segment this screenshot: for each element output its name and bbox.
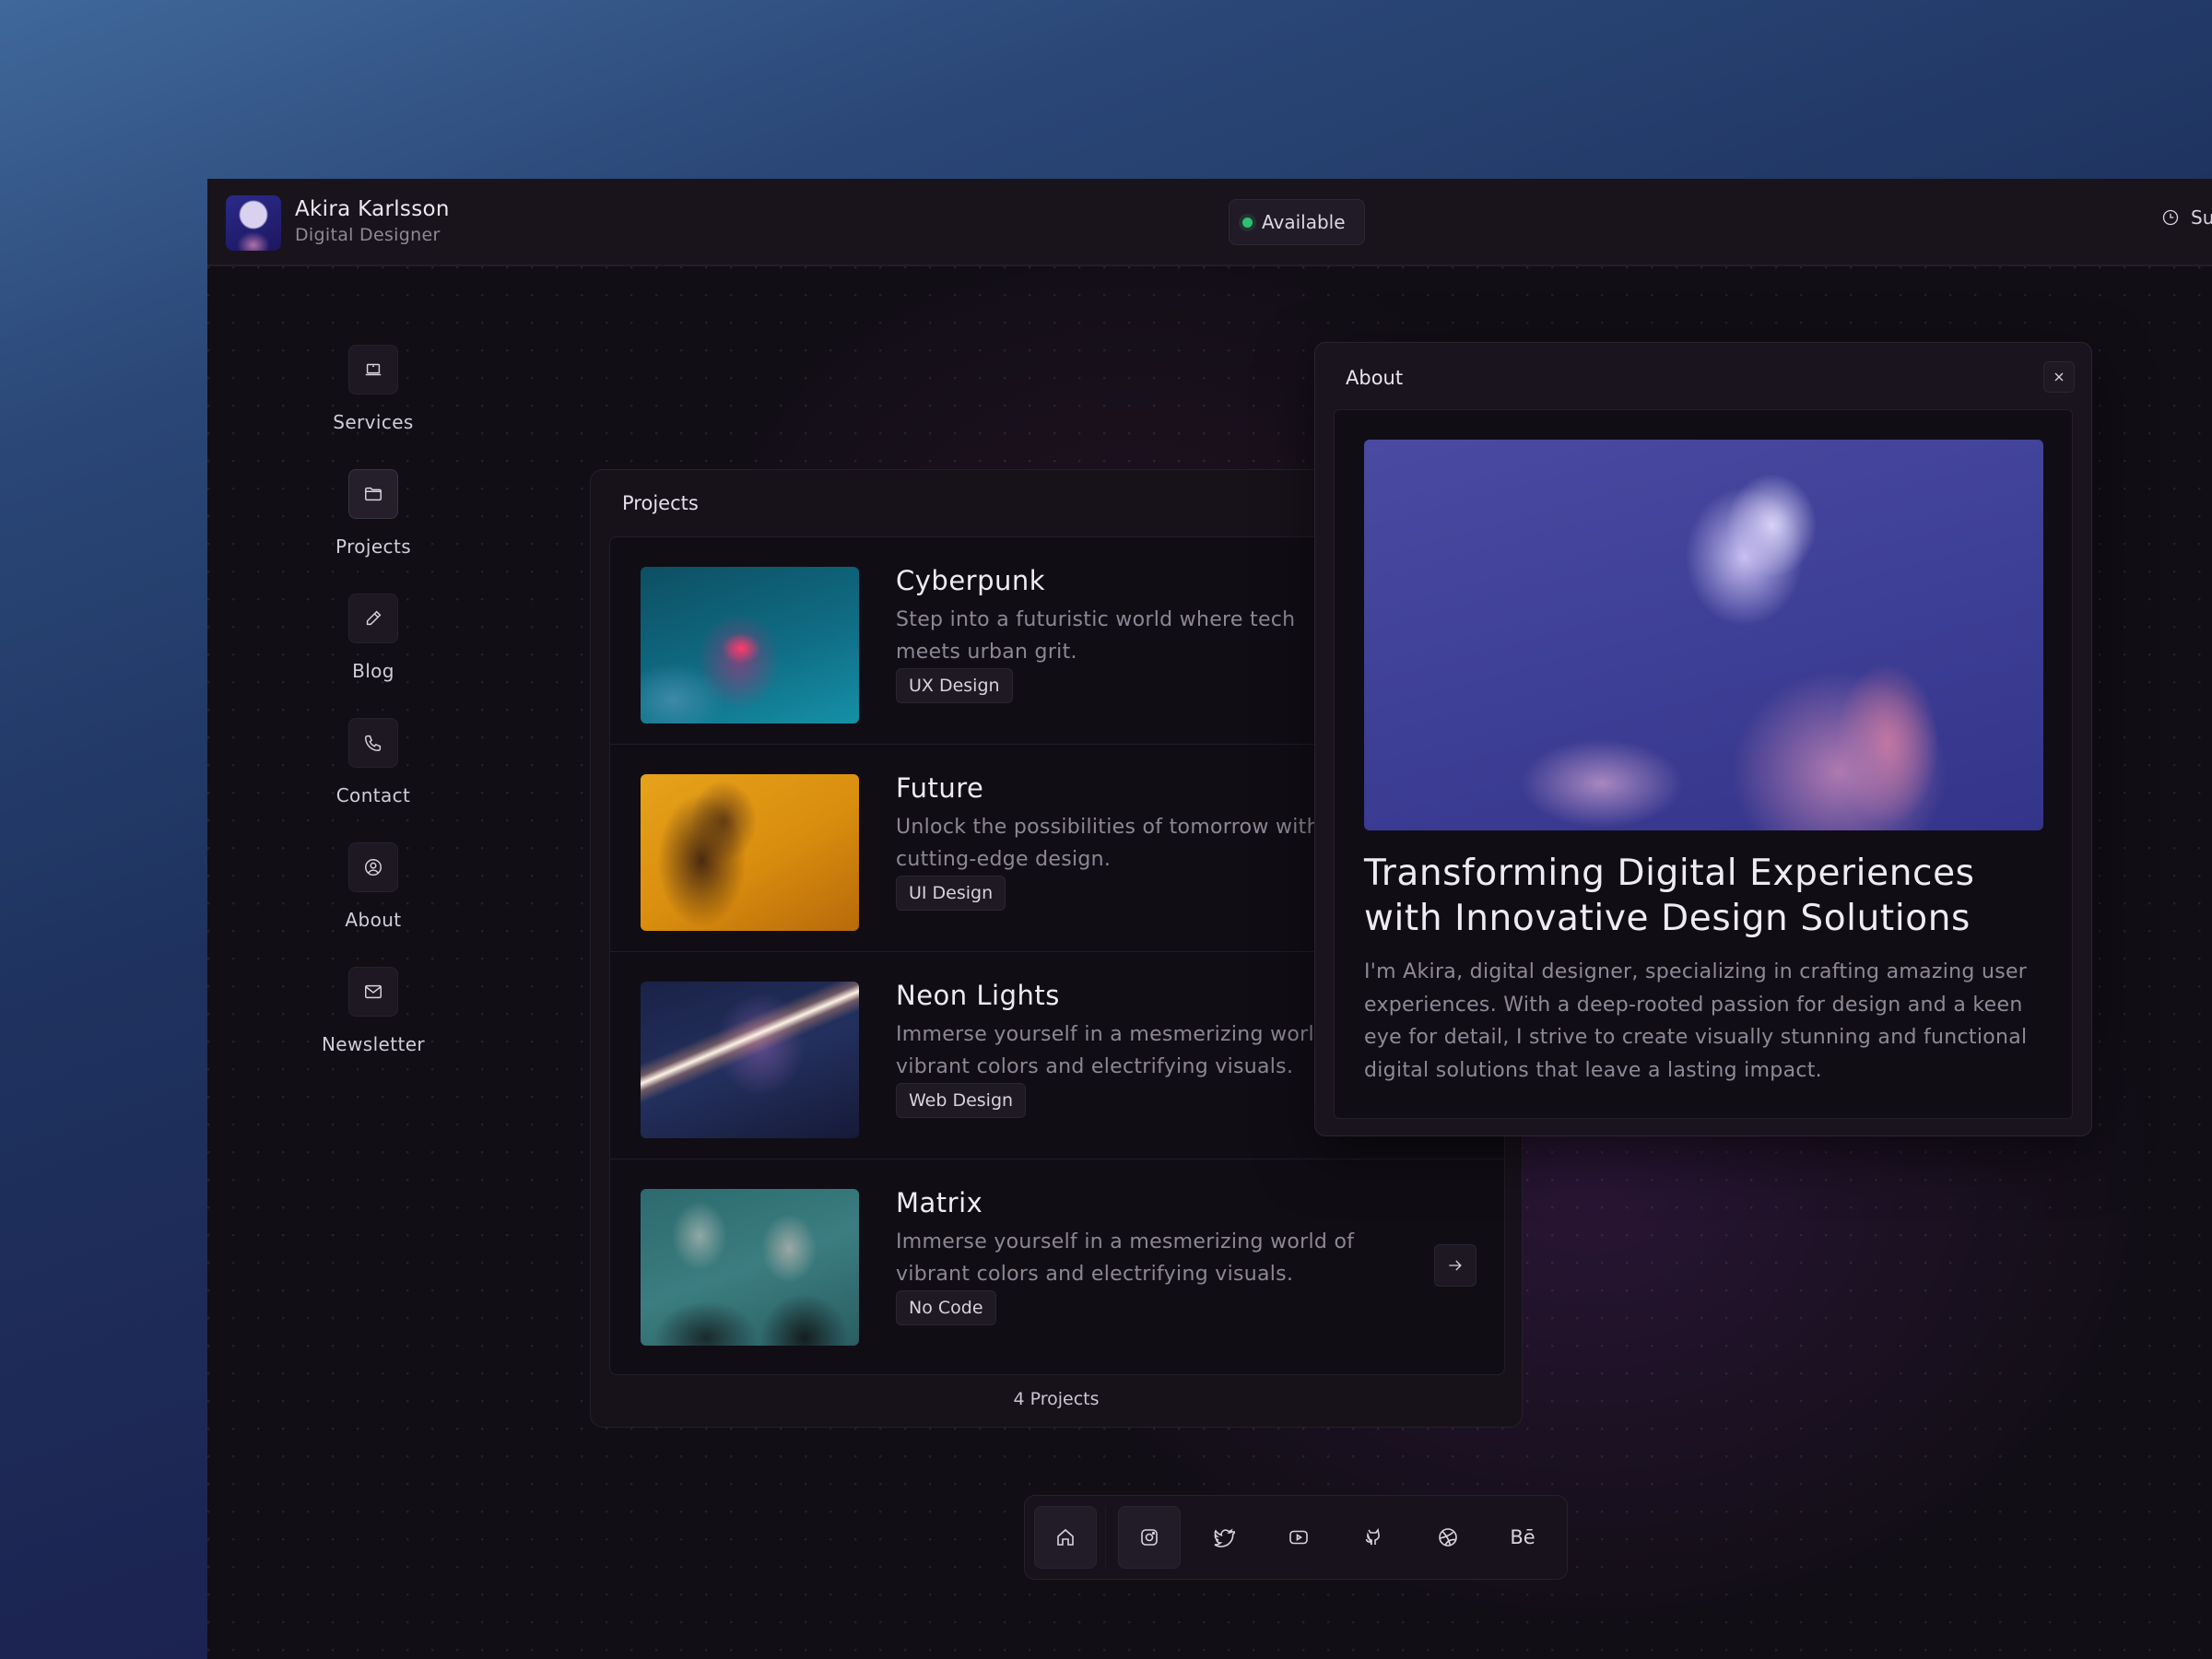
behance-icon: Bē (1510, 1526, 1535, 1548)
clock-readout: Su (2161, 206, 2212, 229)
app-window: Akira Karlsson Digital Designer Availabl… (207, 179, 2212, 1659)
project-thumbnail[interactable] (641, 774, 859, 931)
dock-dribbble-button[interactable] (1417, 1506, 1479, 1569)
sidebar-item-blog[interactable]: Blog (300, 594, 447, 682)
sidebar-item-contact[interactable]: Contact (300, 718, 447, 806)
dock-github-button[interactable] (1342, 1506, 1405, 1569)
about-content: Transforming Digital Experiences with In… (1334, 409, 2073, 1119)
about-body-text: I'm Akira, digital designer, specializin… (1364, 960, 2028, 1082)
project-name: Cyberpunk (896, 565, 1046, 596)
close-icon (2052, 370, 2066, 384)
social-dock: Bē (1024, 1495, 1568, 1580)
twitter-icon (1213, 1526, 1235, 1548)
sidebar-icon-button[interactable] (348, 718, 398, 768)
project-row-matrix[interactable]: Matrix Immerse yourself in a mesmerizing… (610, 1159, 1504, 1367)
laptop-icon (363, 359, 383, 380)
projects-count: 4 Projects (1013, 1389, 1100, 1409)
projects-panel-title: Projects (622, 492, 699, 514)
sidebar-item-label: Contact (335, 784, 411, 806)
phone-icon (363, 733, 383, 753)
sidebar-item-label: About (345, 909, 402, 931)
status-dot-icon (1242, 217, 1253, 228)
project-thumbnail[interactable] (641, 982, 859, 1138)
folder-icon (363, 484, 383, 504)
project-name: Matrix (896, 1187, 983, 1218)
dock-divider (1105, 1506, 1106, 1569)
about-portrait-image (1364, 440, 2043, 830)
mail-icon (363, 982, 383, 1002)
dock-twitter-button[interactable] (1193, 1506, 1255, 1569)
profile-name: Akira Karlsson (295, 197, 450, 221)
project-name: Future (896, 772, 984, 804)
sidebar-item-about[interactable]: About (300, 842, 447, 931)
top-bar: Akira Karlsson Digital Designer Availabl… (207, 179, 2212, 266)
sidebar-item-label: Projects (335, 535, 412, 558)
dock-instagram-button[interactable] (1118, 1506, 1181, 1569)
sidebar-item-label: Services (333, 411, 414, 433)
about-panel-title: About (1346, 367, 1404, 389)
sidebar-item-projects[interactable]: Projects (300, 469, 447, 558)
project-tag[interactable]: UX Design (896, 668, 1013, 703)
project-thumbnail[interactable] (641, 1189, 859, 1346)
youtube-icon (1288, 1526, 1310, 1548)
project-tag[interactable]: No Code (896, 1290, 996, 1325)
status-label: Available (1262, 211, 1346, 233)
project-tag[interactable]: Web Design (896, 1083, 1027, 1118)
dock-home-button[interactable] (1034, 1506, 1097, 1569)
close-button[interactable] (2043, 361, 2075, 393)
sidebar-item-label: Blog (352, 660, 394, 682)
dribbble-icon (1437, 1526, 1459, 1548)
user-circle-icon (363, 857, 383, 877)
project-tag[interactable]: UI Design (896, 876, 1006, 911)
home-icon (1054, 1526, 1077, 1548)
pencil-icon (363, 608, 383, 629)
sidebar-item-newsletter[interactable]: Newsletter (300, 967, 447, 1055)
sidebar-item-services[interactable]: Services (300, 345, 447, 433)
profile-role: Digital Designer (295, 225, 441, 245)
clock-icon (2161, 208, 2180, 227)
clock-text: Su (2191, 206, 2212, 229)
project-name: Neon Lights (896, 980, 1060, 1011)
sidebar-icon-button[interactable] (348, 594, 398, 643)
dock-youtube-button[interactable] (1267, 1506, 1330, 1569)
sidebar-item-label: Newsletter (321, 1033, 426, 1055)
sidebar-icon-button[interactable] (348, 967, 398, 1017)
about-panel: About Transforming Digital Experiences w… (1314, 342, 2092, 1136)
project-description: Immerse yourself in a mesmerizing world … (896, 1230, 1355, 1286)
open-project-button[interactable] (1434, 1244, 1477, 1287)
sidebar-icon-button[interactable] (348, 345, 398, 394)
github-icon (1362, 1526, 1384, 1548)
dock-behance-button[interactable]: Bē (1491, 1506, 1554, 1569)
project-thumbnail[interactable] (641, 567, 859, 724)
about-heading: Transforming Digital Experiences with In… (1364, 853, 1975, 939)
instagram-icon (1138, 1526, 1160, 1548)
sidebar-icon-button[interactable] (348, 469, 398, 519)
status-badge[interactable]: Available (1229, 199, 1365, 245)
sidebar-icon-button[interactable] (348, 842, 398, 892)
avatar[interactable] (226, 195, 281, 251)
arrow-right-icon (1446, 1256, 1465, 1275)
